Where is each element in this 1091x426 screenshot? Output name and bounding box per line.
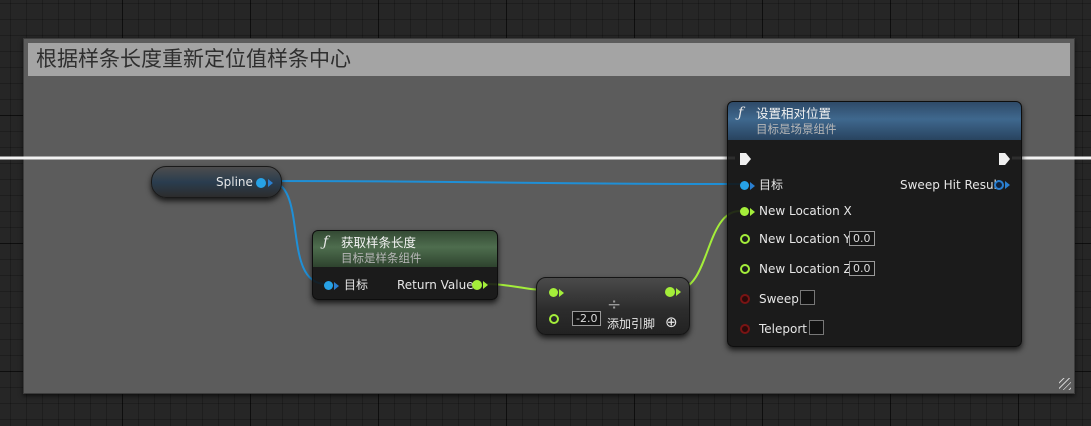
divide-node[interactable]: ÷ -2.0 添加引脚 ⊕ (536, 277, 690, 335)
set-relative-location-subtitle: 目标是场景组件 (756, 122, 837, 136)
length-return-arrow-icon (483, 281, 488, 289)
teleport-checkbox[interactable] (809, 320, 824, 335)
set-target-label: 目标 (759, 178, 784, 192)
set-relative-location-node[interactable]: ƒ 设置相对位置 目标是场景组件 目标 Sweep Hit Result New… (727, 101, 1022, 347)
spline-output-arrow-icon (268, 179, 273, 187)
sweep-hit-result-pin[interactable] (994, 180, 1004, 190)
set-relative-location-title: 设置相对位置 (756, 106, 832, 121)
function-icon: ƒ (323, 234, 329, 250)
add-pin-icon[interactable]: ⊕ (665, 315, 678, 330)
sweep-label: Sweep (759, 292, 799, 306)
get-spline-length-subtitle: 目标是样条组件 (341, 251, 422, 265)
sweep-checkbox[interactable] (800, 290, 815, 305)
teleport-label: Teleport (759, 322, 807, 336)
new-location-y-value[interactable]: 0.0 (849, 231, 875, 246)
set-target-arrow-icon (750, 182, 755, 190)
new-location-y-pin[interactable] (740, 234, 750, 244)
divide-symbol: ÷ (607, 295, 622, 315)
sweep-pin[interactable] (740, 294, 750, 304)
divide-input-b-pin[interactable] (549, 314, 559, 324)
new-location-z-label: New Location Z (759, 262, 852, 276)
object-wire-spline-to-set-target[interactable] (267, 180, 741, 185)
new-location-z-pin[interactable] (740, 264, 750, 274)
teleport-pin[interactable] (740, 324, 750, 334)
divide-input-a-arrow-icon (559, 289, 564, 297)
divide-output-arrow-icon (676, 288, 681, 296)
function-icon: ƒ (738, 105, 744, 121)
get-spline-length-node[interactable]: ƒ 获取样条长度 目标是样条组件 目标 Return Value (312, 230, 498, 300)
sweep-hit-result-label: Sweep Hit Result (900, 178, 1002, 192)
new-location-x-label: New Location X (759, 204, 852, 218)
length-return-label: Return Value (397, 278, 474, 292)
spline-variable-node[interactable]: Spline (151, 166, 282, 198)
length-target-arrow-icon (334, 282, 339, 290)
new-location-x-arrow-icon (750, 208, 755, 216)
new-location-z-value[interactable]: 0.0 (849, 261, 875, 276)
spline-output-pin[interactable] (256, 178, 266, 188)
get-spline-length-header[interactable]: ƒ 获取样条长度 目标是样条组件 (313, 231, 497, 267)
set-relative-location-header[interactable]: ƒ 设置相对位置 目标是场景组件 (728, 102, 1021, 140)
get-spline-length-title: 获取样条长度 (341, 235, 417, 250)
divide-input-a-pin[interactable] (549, 288, 558, 297)
length-target-label: 目标 (344, 278, 369, 292)
length-target-pin[interactable] (324, 281, 333, 290)
length-return-pin[interactable] (472, 280, 482, 290)
sweep-hit-result-arrow-icon (1005, 181, 1010, 189)
exec-output-pin[interactable] (999, 153, 1010, 165)
spline-label: Spline (216, 175, 253, 189)
exec-input-pin[interactable] (740, 153, 751, 165)
blueprint-graph[interactable]: { "comment": { "title": "根据样条长度重新定位值样条中心… (0, 0, 1091, 426)
divide-input-b-value[interactable]: -2.0 (572, 311, 602, 326)
add-pin-label[interactable]: 添加引脚 (607, 317, 655, 331)
set-target-pin[interactable] (740, 181, 749, 190)
new-location-y-label: New Location Y (759, 232, 851, 246)
new-location-x-pin[interactable] (740, 207, 749, 216)
divide-output-pin[interactable] (665, 287, 675, 297)
